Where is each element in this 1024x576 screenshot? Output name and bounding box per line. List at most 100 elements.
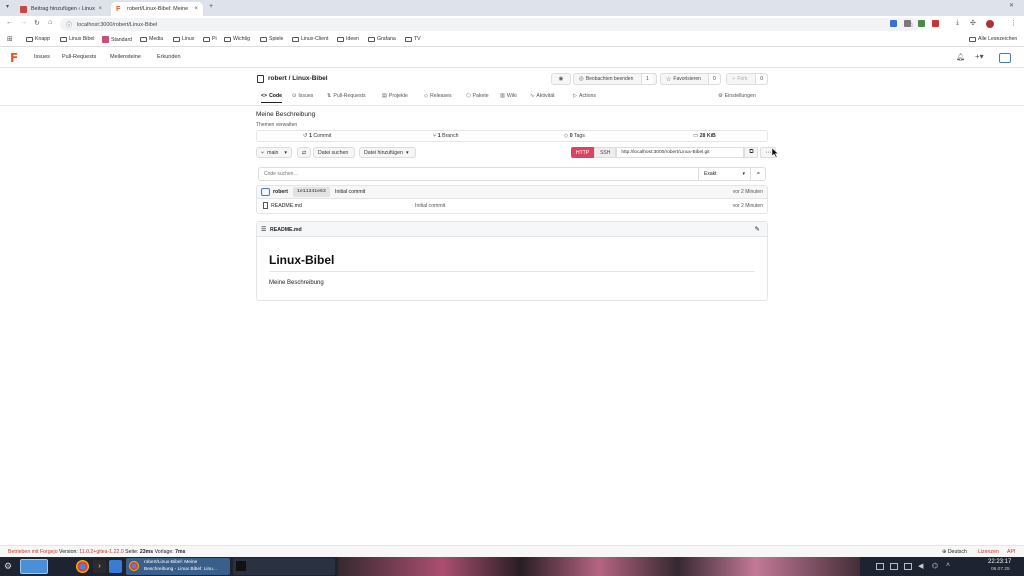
tab-settings[interactable]: ⚙ Einstellungen <box>718 93 756 99</box>
language-selector[interactable]: ⊕ Deutsch <box>942 549 967 555</box>
tray-icon[interactable] <box>876 563 884 570</box>
extension-icon[interactable] <box>932 20 939 27</box>
forgejo-logo-icon[interactable]: F <box>10 51 18 65</box>
close-icon[interactable]: × <box>98 6 102 12</box>
tab-activity[interactable]: ∿ Aktivität <box>530 93 555 99</box>
tab-packages[interactable]: ⬡ Pakete <box>466 93 489 99</box>
browser-tab-active[interactable]: F robert/Linux-Bibel: Meine × <box>111 2 203 16</box>
bookmark-folder[interactable]: Linux Bibel <box>60 36 94 42</box>
new-tab-plus-icon[interactable]: + <box>209 3 213 10</box>
star-count[interactable]: 0 <box>709 74 720 84</box>
ssh-toggle[interactable]: SSH <box>594 147 617 158</box>
bookmark-folder[interactable]: Wichtig <box>224 36 250 42</box>
taskbar-window-chrome[interactable]: robert/Linux-Bibel: Meine Beschreibung -… <box>126 558 230 575</box>
home-icon[interactable]: ⌂ <box>48 19 52 26</box>
copy-icon[interactable]: ⧉ <box>744 147 759 158</box>
bookmark-folder[interactable]: Linux-Client <box>292 36 328 42</box>
bookmark-folder[interactable]: Pi <box>203 36 217 42</box>
search-mode-dropdown[interactable]: Exakt ▾ <box>698 168 750 180</box>
tray-expand-icon[interactable]: ˄ <box>946 562 950 569</box>
all-bookmarks[interactable]: Alle Lesezeichen <box>969 36 1017 42</box>
tab-pull-requests[interactable]: ⇅ Pull-Requests <box>327 93 366 99</box>
volume-icon[interactable]: ◀ <box>918 562 923 570</box>
tray-icon[interactable] <box>904 563 912 570</box>
nav-explore[interactable]: Erkunden <box>157 54 181 60</box>
api-link[interactable]: API <box>1007 549 1015 555</box>
nav-pull-requests[interactable]: Pull-Requests <box>62 54 96 60</box>
code-search-input[interactable] <box>259 168 697 180</box>
extension-icon[interactable] <box>904 20 911 27</box>
http-toggle[interactable]: HTTP <box>571 147 595 158</box>
branches-stat[interactable]: ⑂ 1 Branch <box>433 133 459 139</box>
watch-button[interactable]: ◎ Beobachten beenden 1 <box>573 73 657 85</box>
fork-button[interactable]: ⑂ Fork 0 <box>726 73 768 85</box>
edit-pencil-icon[interactable]: ✎ <box>755 225 760 233</box>
tab-actions[interactable]: ▷ Actions <box>573 93 596 99</box>
bookmark-folder[interactable]: Grafana <box>368 36 396 42</box>
create-plus-icon[interactable]: +▾ <box>975 52 984 61</box>
bookmark-folder[interactable]: TV <box>405 36 421 42</box>
file-manager-icon[interactable] <box>109 560 122 573</box>
site-info-icon[interactable]: ⓘ <box>66 20 72 29</box>
app-launcher-icon[interactable]: ⚙ <box>4 561 12 572</box>
tab-projects[interactable]: ▤ Projekte <box>382 93 408 99</box>
licenses-link[interactable]: Lizenzen <box>978 549 999 555</box>
star-button[interactable]: ☆ Favorisieren 0 <box>660 73 721 85</box>
tab-wiki[interactable]: ▥ Wiki <box>500 93 517 99</box>
author-avatar[interactable] <box>261 188 270 196</box>
clone-url-field[interactable]: http://localhost:3000/robert/Linux-Bibel… <box>616 147 745 158</box>
version-link[interactable]: 11.0.2+gitea-1.22.0 <box>79 549 123 555</box>
apps-grid-icon[interactable]: ⊞ <box>7 35 13 43</box>
add-file-button[interactable]: Datei hinzufügen ▾ <box>359 147 416 158</box>
commit-sha[interactable]: 1e11341e63 <box>293 187 330 197</box>
chrome-icon[interactable] <box>76 560 89 573</box>
forward-arrow-icon[interactable]: → <box>20 19 27 26</box>
readme-filename[interactable]: README.md <box>270 227 302 233</box>
extensions-puzzle-icon[interactable]: ✣ <box>970 19 976 27</box>
tab-code[interactable]: <> Code <box>261 93 283 103</box>
file-commit-message[interactable]: Initial commit <box>415 203 445 209</box>
file-name[interactable]: README.md <box>271 203 302 209</box>
tab-issues[interactable]: ⊙ Issues <box>292 93 313 99</box>
bookmark-folder[interactable]: Media <box>140 36 163 42</box>
tray-icon[interactable] <box>890 563 898 570</box>
address-bar[interactable]: ⓘ localhost:3000/robert/Linux-Bibel ☆ <box>60 18 920 31</box>
terminal-icon[interactable]: › <box>93 560 106 573</box>
extension-translate-icon[interactable] <box>890 20 897 27</box>
clock-date[interactable]: 06.07.25 <box>991 567 1010 572</box>
tab-releases[interactable]: ◇ Releases <box>424 93 452 99</box>
watch-count[interactable]: 1 <box>642 74 653 84</box>
nav-milestones[interactable]: Meilensteine <box>110 54 141 60</box>
back-arrow-icon[interactable]: ← <box>6 19 13 26</box>
user-avatar[interactable] <box>999 53 1011 63</box>
taskbar-window-terminal[interactable] <box>233 558 335 575</box>
bookmark-folder[interactable]: Knapp <box>26 36 50 42</box>
bookmark-folder[interactable]: Spiele <box>260 36 283 42</box>
extension-icon[interactable] <box>918 20 925 27</box>
commit-author[interactable]: robert <box>273 189 288 195</box>
compare-button[interactable]: ⇄ <box>297 147 311 158</box>
nav-issues[interactable]: Issues <box>34 54 50 60</box>
notifications-bell-icon[interactable]: 🔔︎ <box>956 53 965 61</box>
tags-stat[interactable]: ◇ 0 Tags <box>564 133 585 139</box>
tab-search-chevron-icon[interactable]: ▾ <box>6 3 9 10</box>
repo-title[interactable]: robert / Linux-Bibel <box>268 75 328 82</box>
branch-selector[interactable]: ⑂ main ▾ <box>256 147 292 158</box>
close-icon[interactable]: × <box>194 6 198 12</box>
fork-count[interactable]: 0 <box>756 74 767 84</box>
menu-kebab-icon[interactable]: ⋮ <box>1010 19 1017 27</box>
commits-stat[interactable]: ↺ 1 Commit <box>303 133 331 139</box>
profile-avatar-icon[interactable] <box>986 20 994 28</box>
network-icon[interactable]: ⌬ <box>932 562 938 570</box>
desktop-pager[interactable] <box>20 559 48 574</box>
rss-button[interactable]: ◉ <box>551 73 571 85</box>
search-icon[interactable]: ⌕ <box>750 168 766 180</box>
manage-topics-link[interactable]: Themen verwalten <box>256 122 297 128</box>
clock-time[interactable]: 22:23:17 <box>988 559 1011 565</box>
powered-by-link[interactable]: Betrieben mit Forgejo <box>8 549 58 555</box>
window-close-icon[interactable]: ✕ <box>1009 2 1014 9</box>
bookmark-item[interactable]: Standard <box>102 36 132 43</box>
download-icon[interactable]: ⤓ <box>956 19 959 27</box>
search-file-button[interactable]: Datei suchen <box>313 147 355 158</box>
bookmark-folder[interactable]: Ideen <box>337 36 359 42</box>
